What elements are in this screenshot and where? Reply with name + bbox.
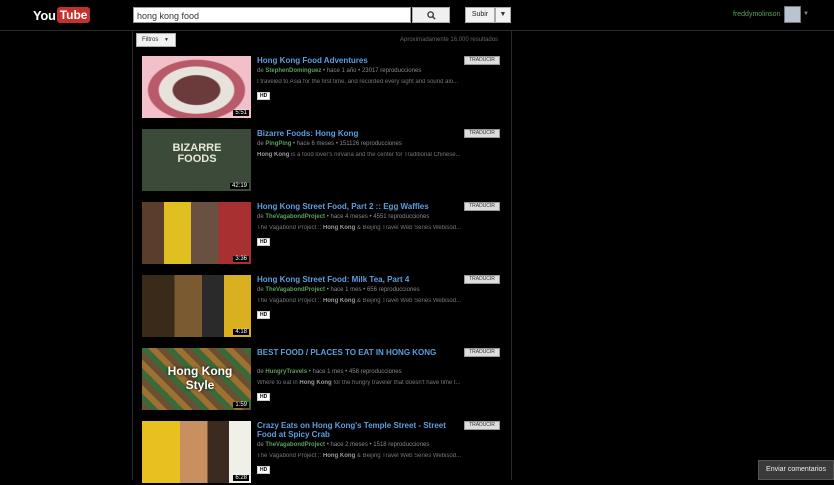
desc-text: for the hungry traveler that doesn't hav… xyxy=(331,380,461,386)
desc-highlight: Hong Kong xyxy=(322,453,356,459)
desc-highlight: Hong Kong xyxy=(322,225,356,231)
video-meta: de HungryTravels • hace 1 mes • 458 repr… xyxy=(257,369,402,375)
hd-badge: HD xyxy=(257,311,271,319)
thumbnail-text: Hong Kong Style xyxy=(167,364,233,392)
video-thumbnail[interactable]: BIZARRE FOODS 42:19 xyxy=(142,129,251,191)
filters-label: Filtros xyxy=(142,37,159,43)
hd-badge: HD xyxy=(257,393,271,401)
video-stats: • hace 1 año • 23017 reproducciones xyxy=(323,68,422,74)
logo-tube-text: Tube xyxy=(56,7,91,23)
author-link[interactable]: PingPing xyxy=(265,141,291,147)
video-stats: • hace 2 meses • 1518 reproducciones xyxy=(326,442,430,448)
list-item[interactable]: BIZARRE FOODS 42:19 Bizarre Foods: Hong … xyxy=(142,129,502,193)
duration-badge: 42:19 xyxy=(229,183,249,189)
translate-button[interactable]: TRADUCIR xyxy=(464,348,500,357)
upload-button[interactable]: Subir xyxy=(465,7,495,23)
author-link[interactable]: TheVagabondProject xyxy=(265,442,325,448)
list-item[interactable]: 5:51 Hong Kong Food Adventures de Stephe… xyxy=(142,56,502,120)
desc-text: The Vagabond Project :: xyxy=(257,298,323,304)
search-icon xyxy=(426,10,436,20)
video-description: The Vagabond Project :: Hong Kong & Beij… xyxy=(257,225,502,231)
translate-button[interactable]: TRADUCIR xyxy=(464,421,500,430)
desc-text: Where to eat in xyxy=(257,380,300,386)
author-prefix: de xyxy=(257,141,264,147)
hd-badge: HD xyxy=(257,466,271,474)
author-link[interactable]: HungryTravels xyxy=(265,369,307,375)
video-stats: • hace 1 mes • 458 reproducciones xyxy=(308,369,402,375)
video-thumbnail[interactable]: 3:36 xyxy=(142,202,251,264)
list-item[interactable]: 6:28 Crazy Eats on Hong Kong's Temple St… xyxy=(142,421,502,485)
chevron-down-icon: ▼ xyxy=(164,37,169,43)
author-prefix: de xyxy=(257,287,264,293)
video-meta: de TheVagabondProject • hace 1 mes • 656… xyxy=(257,287,420,293)
video-meta: de TheVagabondProject • hace 2 meses • 1… xyxy=(257,442,429,448)
upload-menu-button[interactable]: ▼ xyxy=(495,7,511,23)
thumbnail-text: BIZARRE FOODS xyxy=(172,142,222,165)
video-description: I traveled to Asia for the first time, a… xyxy=(257,79,502,85)
video-description: The Vagabond Project :: Hong Kong & Beij… xyxy=(257,453,502,459)
author-prefix: de xyxy=(257,68,264,74)
duration-badge: 1:59 xyxy=(233,402,249,408)
video-thumbnail[interactable]: 5:51 xyxy=(142,56,251,118)
author-link[interactable]: StephenDominguez xyxy=(265,68,321,74)
list-item[interactable]: 3:36 Hong Kong Street Food, Part 2 :: Eg… xyxy=(142,202,502,266)
desc-highlight: Hong Kong xyxy=(257,152,290,158)
video-thumbnail[interactable]: 6:28 xyxy=(142,421,251,483)
hd-badge: HD xyxy=(257,92,271,100)
video-description: Hong Kong is a food lover's nirvana and … xyxy=(257,152,502,158)
video-title[interactable]: Hong Kong Street Food: Milk Tea, Part 4 xyxy=(257,275,457,284)
video-stats: • hace 6 meses • 151126 reproducciones xyxy=(293,141,402,147)
translate-button[interactable]: TRADUCIR xyxy=(464,275,500,284)
video-title[interactable]: Bizarre Foods: Hong Kong xyxy=(257,129,457,138)
send-feedback-button[interactable]: Enviar comentarios xyxy=(758,460,834,480)
desc-highlight: Hong Kong xyxy=(322,298,356,304)
video-stats: • hace 1 mes • 656 reproducciones xyxy=(326,287,420,293)
video-meta: de TheVagabondProject • hace 4 meses • 4… xyxy=(257,214,429,220)
video-title[interactable]: Hong Kong Street Food, Part 2 :: Egg Waf… xyxy=(257,202,457,211)
desc-text: is a food lover's nirvana and the center… xyxy=(289,152,461,158)
youtube-logo[interactable]: You Tube xyxy=(33,7,91,23)
filters-button[interactable]: Filtros ▼ xyxy=(136,33,176,47)
desc-text: & Beijing Travel Web Series Webisod... xyxy=(355,225,462,231)
chevron-down-icon: ▼ xyxy=(499,11,507,18)
list-item[interactable]: Hong Kong Style 1:59 BEST FOOD / PLACES … xyxy=(142,348,502,412)
video-description: The Vagabond Project :: Hong Kong & Beij… xyxy=(257,298,502,304)
list-item[interactable]: 4:18 Hong Kong Street Food: Milk Tea, Pa… xyxy=(142,275,502,339)
translate-button[interactable]: TRADUCIR xyxy=(464,56,500,65)
result-count: Aproximadamente 16.000 resultados xyxy=(400,37,499,43)
desc-text: The Vagabond Project :: xyxy=(257,225,323,231)
username-link[interactable]: freddymolinson xyxy=(733,11,780,18)
video-title[interactable]: BEST FOOD / PLACES TO EAT IN HONG KONG xyxy=(257,348,457,357)
hd-badge: HD xyxy=(257,238,271,246)
author-link[interactable]: TheVagabondProject xyxy=(265,214,325,220)
author-link[interactable]: TheVagabondProject xyxy=(265,287,325,293)
duration-badge: 4:18 xyxy=(233,329,249,335)
desc-highlight: Hong Kong xyxy=(299,380,332,386)
author-prefix: de xyxy=(257,442,264,448)
author-prefix: de xyxy=(257,214,264,220)
duration-badge: 6:28 xyxy=(233,475,249,481)
video-meta: de StephenDominguez • hace 1 año • 23017… xyxy=(257,68,421,74)
duration-badge: 5:51 xyxy=(233,110,249,116)
video-thumbnail[interactable]: 4:18 xyxy=(142,275,251,337)
translate-button[interactable]: TRADUCIR xyxy=(464,202,500,211)
video-stats: • hace 4 meses • 4551 reproducciones xyxy=(326,214,430,220)
account-chevron-down-icon[interactable]: ▼ xyxy=(803,11,809,17)
desc-text: I traveled to Asia for the first time, a… xyxy=(257,79,459,85)
search-input[interactable]: hong kong food xyxy=(133,7,411,23)
translate-button[interactable]: TRADUCIR xyxy=(464,129,500,138)
logo-you-text: You xyxy=(33,7,56,23)
search-button[interactable] xyxy=(412,7,450,23)
video-title[interactable]: Hong Kong Food Adventures xyxy=(257,56,457,65)
video-title[interactable]: Crazy Eats on Hong Kong's Temple Street … xyxy=(257,421,457,439)
desc-text: & Beijing Travel Web Series Webisod... xyxy=(355,298,462,304)
desc-text: The Vagabond Project :: xyxy=(257,453,323,459)
video-thumbnail[interactable]: Hong Kong Style 1:59 xyxy=(142,348,251,410)
desc-text: & Beijing Travel Web Series Webisod... xyxy=(355,453,462,459)
avatar[interactable] xyxy=(784,6,801,23)
video-meta: de PingPing • hace 6 meses • 151126 repr… xyxy=(257,141,402,147)
video-description: Where to eat in Hong Kong for the hungry… xyxy=(257,380,502,386)
author-prefix: de xyxy=(257,369,264,375)
duration-badge: 3:36 xyxy=(233,256,249,262)
